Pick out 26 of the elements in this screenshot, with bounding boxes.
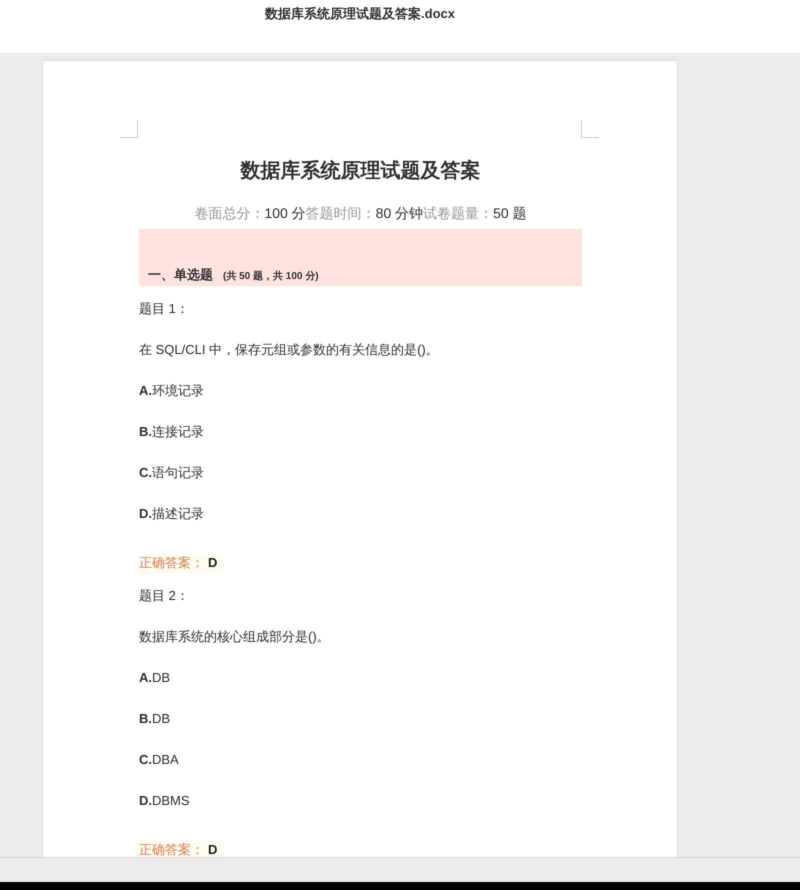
answer-option: A.环境记录 (139, 381, 677, 401)
margin-mark (120, 120, 138, 138)
meta-label: 答题时间： (306, 204, 376, 223)
question-text: 数据库系统的核心组成部分是()。 (139, 628, 331, 646)
exam-title: 数据库系统原理试题及答案 (239, 158, 482, 184)
answer-option: B.DB (139, 709, 677, 729)
section-note: (共 50 题，共 100 分) (223, 271, 319, 282)
answer-option: C.DBA (139, 750, 677, 770)
margin-mark (581, 120, 599, 138)
document-title: 数据库系统原理试题及答案.docx (264, 5, 456, 23)
question-text: 在 SQL/CLI 中，保存元组或参数的有关信息的是()。 (139, 341, 440, 359)
correct-answer: 正确答案： D (139, 553, 222, 573)
meta-label: 试卷题量： (423, 204, 494, 223)
meta-value: 80 分钟 (376, 204, 424, 223)
question-number: 题目 1： (139, 300, 190, 318)
answer-option: C.语句记录 (139, 463, 677, 483)
answer-option: A.DB (139, 668, 677, 688)
section-heading: 一、单选题 (148, 267, 213, 282)
answer-option: B.连接记录 (139, 422, 677, 442)
meta-label: 卷面总分： (194, 204, 264, 223)
answer-option: D.描述记录 (139, 504, 677, 524)
meta-value: 100 分 (264, 204, 306, 223)
correct-answer: 正确答案： D (139, 840, 222, 857)
answer-option: D.DBMS (139, 791, 677, 811)
question-number: 题目 2： (139, 587, 190, 605)
meta-value: 50 题 (493, 204, 527, 223)
